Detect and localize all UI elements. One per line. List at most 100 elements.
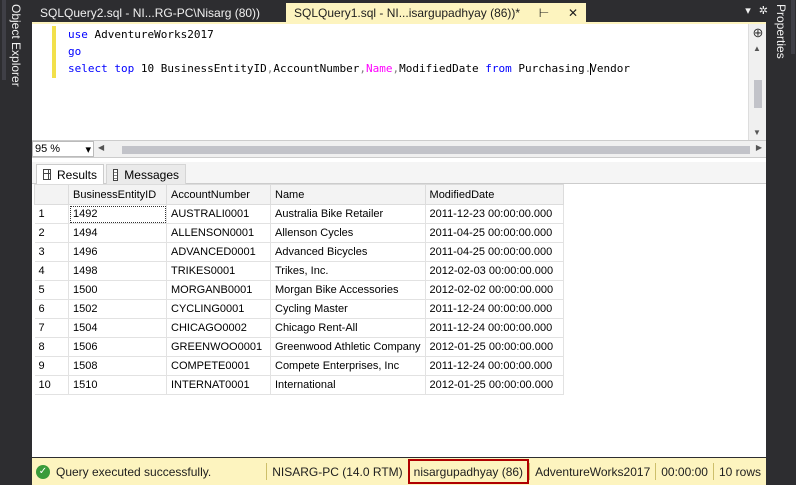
properties-tab[interactable]: Properties [774,4,788,59]
table-cell[interactable]: 1502 [68,299,167,319]
table-cell[interactable]: AUSTRALI0001 [166,204,271,224]
query-editor[interactable]: use AdventureWorks2017 go select top 10 … [32,22,766,142]
tab-results-label: Results [56,167,97,182]
table-cell[interactable]: International [270,375,426,395]
column-header[interactable]: ModifiedDate [424,184,564,205]
table-row[interactable]: 4 1498 TRIKES0001 Trikes, Inc. 2012-02-03 00… [34,261,564,281]
row-number[interactable]: 8 [34,337,69,357]
table-cell[interactable]: Chicago Rent-All [270,318,426,338]
scroll-down-icon[interactable]: ▼ [753,128,761,137]
tab-messages-label: Messages [124,167,179,182]
table-cell[interactable]: 1492 [68,204,167,224]
table-row[interactable]: 9 1508 COMPETE0001 Compete Enterprises, Inc… [34,356,564,376]
table-cell[interactable]: 2012-02-02 00:00:00.000 [424,280,564,300]
sql-code[interactable]: use AdventureWorks2017 go select top 10 … [68,26,630,77]
scroll-right-icon[interactable]: ▶ [756,143,762,152]
table-cell[interactable]: 1510 [68,375,167,395]
table-cell[interactable]: GREENWOO0001 [166,337,271,357]
row-number[interactable]: 1 [34,204,69,224]
status-elapsed: 00:00:00 [655,463,713,480]
row-header-corner[interactable] [34,184,69,205]
table-cell[interactable]: TRIKES0001 [166,261,271,281]
zoom-select[interactable]: 95 % ▾ [32,141,94,157]
code-line-3: select top 10 BusinessEntityID,AccountNu… [68,62,630,75]
table-cell[interactable]: 2011-12-24 00:00:00.000 [424,299,564,319]
table-cell[interactable]: Cycling Master [270,299,426,319]
table-cell[interactable]: Allenson Cycles [270,223,426,243]
table-cell[interactable]: Greenwood Athletic Company [270,337,426,357]
column-header[interactable]: AccountNumber [166,184,271,205]
tab-sqlquery2[interactable]: SQLQuery2.sql - NI...RG-PC\Nisarg (80)) [32,3,280,22]
tab-sqlquery1[interactable]: SQLQuery1.sql - NI...isargupadhyay (86))… [286,3,586,22]
column-header[interactable]: BusinessEntityID [68,184,167,205]
table-row[interactable]: 5 1500 MORGANB0001 Morgan Bike Accessories 2… [34,280,564,300]
table-cell[interactable]: 2011-12-23 00:00:00.000 [424,204,564,224]
chevron-down-icon[interactable]: ▾ [85,143,91,156]
table-cell[interactable]: CYCLING0001 [166,299,271,319]
table-cell[interactable]: INTERNAT0001 [166,375,271,395]
grid-icon [43,169,51,180]
editor-vertical-scrollbar[interactable]: ⊕ ▲ ▼ [748,24,766,142]
table-cell[interactable]: 1498 [68,261,167,281]
table-cell[interactable]: 1506 [68,337,167,357]
row-number[interactable]: 9 [34,356,69,376]
table-row[interactable]: 10 1510 INTERNAT0001 International 2012-01-2… [34,375,564,395]
messages-icon [113,168,119,181]
row-number[interactable]: 4 [34,261,69,281]
table-row[interactable]: 8 1506 GREENWOO0001 Greenwood Athletic Comp… [34,337,564,357]
table-cell[interactable]: 2012-01-25 00:00:00.000 [424,337,564,357]
row-number[interactable]: 5 [34,280,69,300]
tab-messages[interactable]: Messages [106,164,186,184]
table-cell[interactable]: 2011-12-24 00:00:00.000 [424,356,564,376]
table-cell[interactable]: CHICAGO0002 [166,318,271,338]
scroll-thumb[interactable] [754,80,762,108]
table-cell[interactable]: 1500 [68,280,167,300]
object-explorer-tab[interactable]: Object Explorer [9,4,23,87]
table-cell[interactable]: 2011-04-25 00:00:00.000 [424,242,564,262]
pin-icon[interactable]: ⊢ [539,6,549,20]
properties-tab-bar [791,0,795,54]
table-row[interactable]: 6 1502 CYCLING0001 Cycling Master 2011-12-24… [34,299,564,319]
results-tab-bar: Results Messages [32,162,766,184]
table-cell[interactable]: ADVANCED0001 [166,242,271,262]
table-row[interactable]: 7 1504 CHICAGO0002 Chicago Rent-All 2011-12-… [34,318,564,338]
table-cell[interactable]: 1504 [68,318,167,338]
table-cell[interactable]: 2011-12-24 00:00:00.000 [424,318,564,338]
table-row[interactable]: 3 1496 ADVANCED0001 Advanced Bicycles 2011-0… [34,242,564,262]
row-number[interactable]: 2 [34,223,69,243]
table-cell[interactable]: 2011-04-25 00:00:00.000 [424,223,564,243]
table-cell[interactable]: COMPETE0001 [166,356,271,376]
table-row[interactable]: 1 1492 AUSTRALI0001 Australia Bike Retailer… [34,204,564,224]
gear-icon[interactable]: ✲ [759,4,768,17]
table-cell[interactable]: Compete Enterprises, Inc [270,356,426,376]
row-number[interactable]: 3 [34,242,69,262]
table-cell[interactable]: Australia Bike Retailer [270,204,426,224]
row-number[interactable]: 6 [34,299,69,319]
table-cell[interactable]: Morgan Bike Accessories [270,280,426,300]
split-icon[interactable]: ⊕ [751,25,765,41]
row-number[interactable]: 10 [34,375,69,395]
table-cell[interactable]: 1494 [68,223,167,243]
close-icon[interactable]: ✕ [568,6,578,20]
table-cell[interactable]: MORGANB0001 [166,280,271,300]
results-grid[interactable]: BusinessEntityID AccountNumber Name Modi… [34,184,564,395]
tab-results[interactable]: Results [36,164,104,184]
status-message: ✓ Query executed successfully. [32,464,266,479]
table-cell[interactable]: Trikes, Inc. [270,261,426,281]
table-cell[interactable]: 1508 [68,356,167,376]
table-cell[interactable]: 1496 [68,242,167,262]
table-row[interactable]: 2 1494 ALLENSON0001 Allenson Cycles 2011-04-… [34,223,564,243]
scroll-up-icon[interactable]: ▲ [753,44,761,53]
scroll-left-icon[interactable]: ◀ [98,143,104,152]
table-cell[interactable]: 2012-01-25 00:00:00.000 [424,375,564,395]
chevron-down-icon[interactable]: ▾ [745,4,751,17]
right-side-panel: Properties [768,0,796,485]
table-cell[interactable]: 2012-02-03 00:00:00.000 [424,261,564,281]
table-cell[interactable]: ALLENSON0001 [166,223,271,243]
table-cell[interactable]: Advanced Bicycles [270,242,426,262]
column-header[interactable]: Name [270,184,426,205]
status-user: nisargupadhyay (86) [407,459,530,484]
horizontal-scroll-thumb[interactable] [122,146,750,154]
code-line-1: use AdventureWorks2017 [68,28,214,41]
row-number[interactable]: 7 [34,318,69,338]
